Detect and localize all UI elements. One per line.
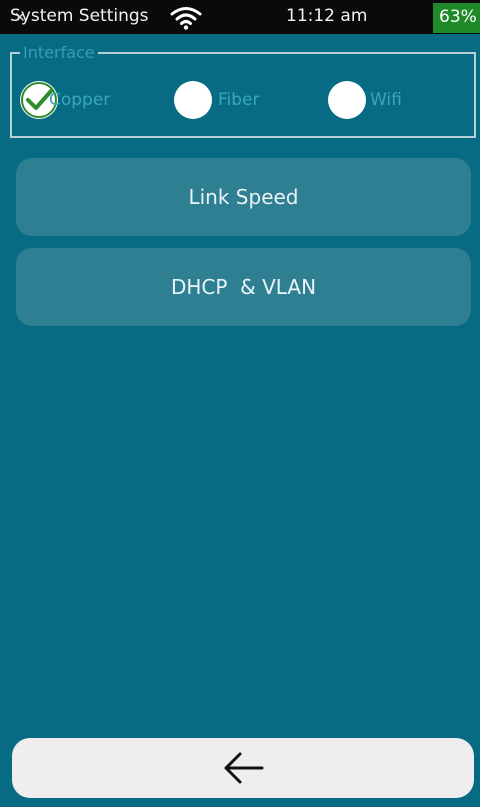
radio-fiber-label: Fiber [218,90,260,110]
radio-wifi[interactable]: Wifi [328,81,428,119]
dhcp-vlan-button[interactable]: DHCP & VLAN [16,248,471,326]
radio-copper[interactable]: Copper [20,81,148,119]
link-speed-button[interactable]: Link Speed [16,158,471,236]
interface-legend: Interface [20,43,98,62]
close-icon[interactable]: ✕ [14,10,26,26]
link-speed-label: Link Speed [188,185,299,209]
interface-group: Interface Copper Fiber Wifi [10,43,476,138]
window-title: System Settings [10,6,149,26]
battery-level: 63% [439,7,477,27]
wifi-icon [170,7,202,30]
radio-wifi-label: Wifi [370,90,402,110]
radio-fiber-circle[interactable] [174,81,212,119]
back-arrow-icon [224,752,264,784]
dhcp-vlan-label: DHCP & VLAN [170,275,317,299]
radio-wifi-circle[interactable] [328,81,366,119]
clock: 11:12 am [286,6,368,26]
radio-fiber[interactable]: Fiber [174,81,284,119]
back-button[interactable] [12,738,474,798]
radio-copper-label: Copper [49,90,111,110]
status-bar: System Settings ✕ 11:12 am 63% [0,0,480,34]
system-settings-screen: System Settings ✕ 11:12 am 63% Interface… [0,0,480,807]
battery-badge: 63% [433,3,480,33]
